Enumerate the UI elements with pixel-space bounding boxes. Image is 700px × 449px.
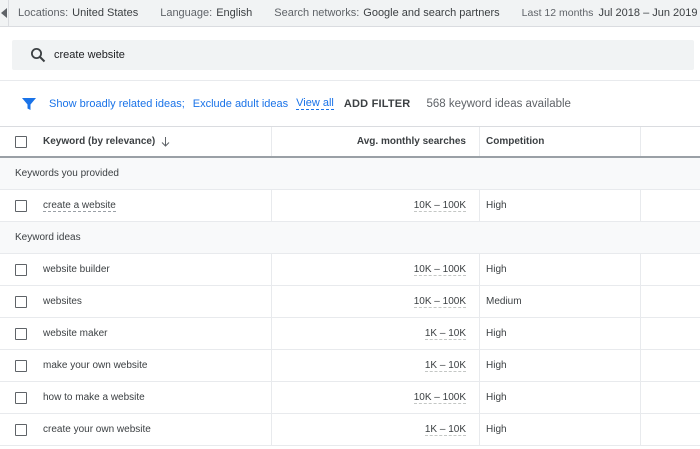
avg-cell: 10K – 100K bbox=[272, 286, 480, 317]
date-range-label: Last 12 months bbox=[521, 7, 594, 19]
add-filter-button[interactable]: ADD FILTER bbox=[344, 98, 411, 110]
keyword-text[interactable]: create a website bbox=[43, 200, 116, 212]
competition-cell: High bbox=[480, 414, 641, 445]
competition-value: High bbox=[486, 328, 507, 339]
row-checkbox[interactable] bbox=[15, 359, 27, 372]
select-all-cell bbox=[0, 127, 43, 156]
search-area bbox=[0, 27, 700, 80]
table-header: Keyword (by relevance) Avg. monthly sear… bbox=[0, 126, 700, 158]
network-label: Search networks: bbox=[274, 7, 360, 19]
keyword-cell: create your own website bbox=[43, 414, 272, 445]
avg-cell: 10K – 100K bbox=[272, 254, 480, 285]
avg-cell: 10K – 100K bbox=[272, 190, 480, 221]
avg-cell: 1K – 10K bbox=[272, 350, 480, 381]
competition-value: High bbox=[486, 424, 507, 435]
date-range-filter[interactable]: Last 12 months Jul 2018 – Jun 2019 bbox=[511, 0, 700, 27]
competition-cell: High bbox=[480, 190, 641, 221]
network-value: Google and search partners bbox=[363, 7, 500, 19]
avg-value: 1K – 10K bbox=[424, 327, 466, 340]
location-value: United States bbox=[72, 7, 139, 19]
table-row[interactable]: website builder 10K – 100K High bbox=[0, 254, 700, 286]
date-range-value: Jul 2018 – Jun 2019 bbox=[598, 7, 698, 19]
keyword-text: website builder bbox=[43, 263, 110, 275]
search-input[interactable] bbox=[54, 49, 654, 61]
competition-value: High bbox=[486, 264, 507, 275]
back-button[interactable] bbox=[0, 0, 9, 27]
avg-cell: 1K – 10K bbox=[272, 318, 480, 349]
keyword-header-label: Keyword (by relevance) bbox=[43, 136, 156, 147]
row-checkbox[interactable] bbox=[15, 263, 27, 276]
avg-value: 10K – 100K bbox=[413, 391, 466, 404]
search-box[interactable] bbox=[12, 40, 694, 70]
broad-ideas-filter[interactable]: Show broadly related ideas; bbox=[49, 98, 185, 110]
competition-column-header[interactable]: Competition bbox=[480, 127, 641, 156]
chevron-left-icon bbox=[1, 8, 7, 18]
row-checkbox[interactable] bbox=[15, 295, 27, 308]
row-checkbox[interactable] bbox=[15, 423, 27, 436]
keyword-cell: how to make a website bbox=[43, 382, 272, 413]
avg-value: 10K – 100K bbox=[413, 295, 466, 308]
language-filter[interactable]: Language: English bbox=[149, 0, 263, 27]
competition-value: High bbox=[486, 360, 507, 371]
keyword-text: create your own website bbox=[43, 423, 151, 435]
table-row[interactable]: create your own website 1K – 10K High bbox=[0, 414, 700, 446]
keyword-text: websites bbox=[43, 295, 82, 307]
avg-cell: 10K – 100K bbox=[272, 382, 480, 413]
search-icon bbox=[31, 48, 46, 63]
row-checkbox[interactable] bbox=[15, 199, 27, 212]
language-label: Language: bbox=[160, 7, 213, 19]
row-checkbox[interactable] bbox=[15, 391, 27, 404]
competition-cell: High bbox=[480, 318, 641, 349]
table-row[interactable]: website maker 1K – 10K High bbox=[0, 318, 700, 350]
location-filter[interactable]: Locations: United States bbox=[9, 0, 149, 27]
avg-header-label: Avg. monthly searches bbox=[356, 136, 466, 147]
location-label: Locations: bbox=[18, 7, 69, 19]
keyword-table: Keyword (by relevance) Avg. monthly sear… bbox=[0, 126, 700, 446]
avg-value: 1K – 10K bbox=[424, 423, 466, 436]
network-filter[interactable]: Search networks: Google and search partn… bbox=[263, 0, 510, 27]
keyword-column-header[interactable]: Keyword (by relevance) bbox=[43, 127, 272, 156]
ideas-count: 568 keyword ideas available bbox=[426, 97, 571, 110]
filter-funnel-icon[interactable] bbox=[22, 97, 36, 111]
exclude-adult-filter[interactable]: Exclude adult ideas bbox=[193, 98, 288, 110]
keyword-cell: make your own website bbox=[43, 350, 272, 381]
competition-cell: Medium bbox=[480, 286, 641, 317]
keyword-cell: website maker bbox=[43, 318, 272, 349]
row-checkbox[interactable] bbox=[15, 327, 27, 340]
competition-value: High bbox=[486, 200, 507, 211]
top-filter-bar: Locations: United States Language: Engli… bbox=[0, 0, 700, 27]
avg-cell: 1K – 10K bbox=[272, 414, 480, 445]
competition-cell: High bbox=[480, 382, 641, 413]
view-all-link[interactable]: View all bbox=[296, 97, 334, 110]
competition-value: Medium bbox=[486, 296, 522, 307]
group-row-provided: Keywords you provided bbox=[0, 158, 700, 190]
avg-value: 10K – 100K bbox=[413, 263, 466, 276]
keyword-cell: websites bbox=[43, 286, 272, 317]
table-row[interactable]: how to make a website 10K – 100K High bbox=[0, 382, 700, 414]
language-value: English bbox=[216, 7, 253, 19]
avg-searches-column-header[interactable]: Avg. monthly searches bbox=[272, 127, 480, 156]
keyword-cell: create a website bbox=[43, 190, 272, 221]
avg-value: 10K – 100K bbox=[413, 199, 466, 212]
keyword-text: website maker bbox=[43, 327, 108, 339]
group-row-ideas: Keyword ideas bbox=[0, 222, 700, 254]
filter-row: Show broadly related ideas; Exclude adul… bbox=[0, 80, 700, 126]
competition-header-label: Competition bbox=[486, 136, 545, 147]
keyword-text: make your own website bbox=[43, 359, 148, 371]
keyword-cell: website builder bbox=[43, 254, 272, 285]
table-row[interactable]: websites 10K – 100K Medium bbox=[0, 286, 700, 318]
avg-value: 1K – 10K bbox=[424, 359, 466, 372]
table-row[interactable]: create a website 10K – 100K High bbox=[0, 190, 700, 222]
arrow-down-icon bbox=[161, 136, 170, 147]
competition-cell: High bbox=[480, 254, 641, 285]
extra-column-header bbox=[641, 127, 700, 156]
table-row[interactable]: make your own website 1K – 10K High bbox=[0, 350, 700, 382]
competition-value: High bbox=[486, 392, 507, 403]
select-all-checkbox[interactable] bbox=[15, 135, 27, 148]
keyword-text: how to make a website bbox=[43, 391, 145, 403]
competition-cell: High bbox=[480, 350, 641, 381]
